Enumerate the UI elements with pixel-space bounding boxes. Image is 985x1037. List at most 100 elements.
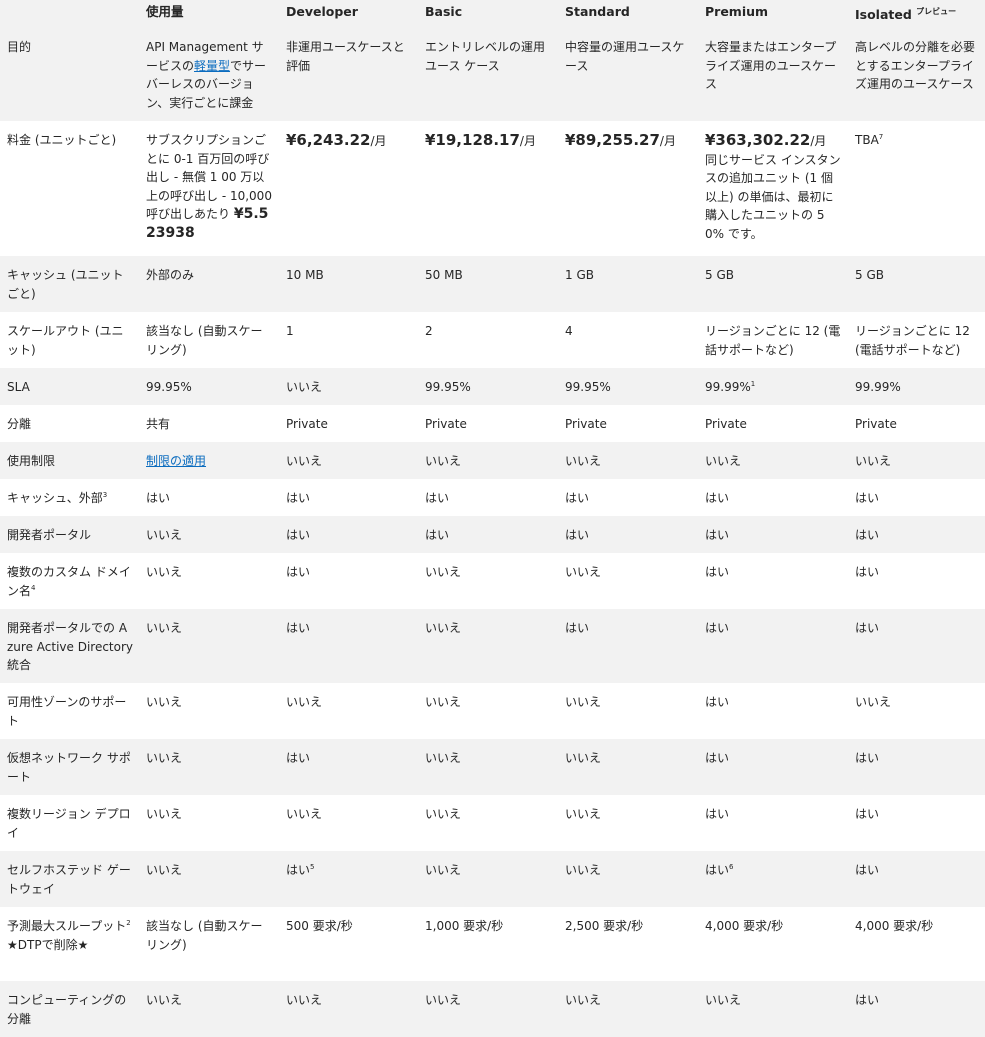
per-month: /月 <box>519 134 536 148</box>
developer-price: ¥6,243.22 <box>286 131 371 149</box>
cell-isolated: 5 GB <box>855 268 884 282</box>
footnote-ref: 6 <box>729 863 734 871</box>
row-label: SLA <box>7 380 30 394</box>
cell-standard: 1 GB <box>565 268 594 282</box>
table-row: 複数リージョン デプロイ いいえ いいえ いいえ いいえ はい はい <box>0 795 985 851</box>
cell-premium: はい <box>705 621 730 635</box>
row-label-text: キャッシュ、外部 <box>7 491 103 505</box>
footnote-ref: 2 <box>126 919 131 927</box>
header-consumption: 使用量 <box>146 4 184 19</box>
cell-developer: はい5 <box>279 851 418 907</box>
cell-basic: 2 <box>425 324 433 338</box>
cell-standard: はい <box>565 528 590 542</box>
row-label: セルフホステッド ゲートウェイ <box>7 863 131 896</box>
cell-isolated: 高レベルの分離を必要とするエンタープライズ運用のユースケース <box>855 40 976 91</box>
cell-standard: いいえ <box>565 751 602 765</box>
cell-basic: いいえ <box>425 807 462 821</box>
cell-premium: はい6 <box>698 851 848 907</box>
cell-premium: 大容量またはエンタープライズ運用のユースケース <box>705 40 837 91</box>
cell-consumption: いいえ <box>146 695 183 709</box>
cell-standard: 4 <box>565 324 573 338</box>
cell-standard: 99.95% <box>565 380 611 394</box>
cell-premium: いいえ <box>705 993 742 1007</box>
cell-consumption: いいえ <box>146 863 183 877</box>
cell-developer: はい <box>286 621 311 635</box>
cell-basic: Private <box>425 417 467 431</box>
row-label: キャッシュ、外部3 <box>0 479 139 516</box>
row-label-text: 複数のカスタム ドメイン名 <box>7 565 131 598</box>
cell-consumption: サブスクリプションごとに 0-1 百万回の呼び出し - 無償 1 00 万以上の… <box>139 121 279 256</box>
row-label: 複数のカスタム ドメイン名4 <box>0 553 139 609</box>
header-blank <box>0 0 139 28</box>
lightweight-link[interactable]: 軽量型 <box>194 59 230 73</box>
cell-standard: いいえ <box>565 565 602 579</box>
cell-consumption: いいえ <box>146 565 183 579</box>
footnote-ref: 1 <box>750 380 756 388</box>
table-row: 仮想ネットワーク サポート いいえ はい いいえ いいえ はい はい <box>0 739 985 795</box>
footnote-ref: 7 <box>878 133 884 141</box>
basic-price: ¥19,128.17 <box>425 131 520 149</box>
cell-developer: いいえ <box>286 993 323 1007</box>
table-row: 使用制限 制限の適用 いいえ いいえ いいえ いいえ いいえ <box>0 442 985 479</box>
table-row: キャッシュ、外部3 はい はい はい はい はい はい <box>0 479 985 516</box>
table-row: 料金 (ユニットごと) サブスクリプションごとに 0-1 百万回の呼び出し - … <box>0 121 985 256</box>
cell-consumption: 外部のみ <box>146 268 195 282</box>
premium-note: 同じサービス インスタンスの追加ユニット (1 個以上) の単価は、最初に購入し… <box>705 152 841 241</box>
cell-developer: 10 MB <box>286 268 324 282</box>
cell-developer: はい <box>286 565 311 579</box>
cell-basic: いいえ <box>425 454 462 468</box>
cell-developer: いいえ <box>286 380 323 394</box>
cell-premium: Private <box>705 417 747 431</box>
cell-isolated: はい <box>855 993 880 1007</box>
table-row: セルフホステッド ゲートウェイ いいえ はい5 いいえ いいえ はい6 はい <box>0 851 985 907</box>
row-label: 目的 <box>7 40 32 54</box>
cell-developer: 500 要求/秒 <box>286 919 353 933</box>
preview-badge: プレビュー <box>916 7 957 16</box>
row-label-text: 予測最大スループット <box>7 919 127 933</box>
cell-standard: いいえ <box>565 695 602 709</box>
row-label: 開発者ポータルでの Azure Active Directory 統合 <box>7 621 134 672</box>
table-row: 分離 共有 Private Private Private Private Pr… <box>0 405 985 442</box>
cell-standard: ¥89,255.27/月 <box>558 121 698 256</box>
cell-premium: はい <box>705 528 730 542</box>
cell-basic: いいえ <box>425 695 462 709</box>
cell-premium: はい <box>705 807 730 821</box>
row-label: 予測最大スループット2 ★DTPで削除★ <box>0 907 139 981</box>
cell-basic: いいえ <box>425 993 462 1007</box>
cell-isolated: いいえ <box>855 695 892 709</box>
table-row: 目的 API Management サービスの軽量型でサーバーレスのバージョン、… <box>0 28 985 121</box>
cell-standard: 2,500 要求/秒 <box>565 919 644 933</box>
row-label: 仮想ネットワーク サポート <box>7 751 131 784</box>
cell-developer: Private <box>286 417 328 431</box>
cell-isolated: はい <box>855 565 880 579</box>
cell-premium: ¥363,302.22/月 同じサービス インスタンスの追加ユニット (1 個以上… <box>698 121 848 256</box>
per-month: /月 <box>810 134 827 148</box>
pricing-table: 使用量 Developer Basic Standard Premium Iso… <box>0 0 985 1037</box>
row-label: 分離 <box>7 417 32 431</box>
row-label: 開発者ポータル <box>7 528 92 542</box>
cell-consumption: いいえ <box>146 807 183 821</box>
cell-isolated: はい <box>855 621 880 635</box>
cell-consumption: はい <box>146 491 171 505</box>
table-row: SLA 99.95% いいえ 99.95% 99.95% 99.99%1 99.… <box>0 368 985 405</box>
cell-consumption: 該当なし (自動スケーリング) <box>146 919 263 952</box>
cell-consumption: 99.95% <box>146 380 192 394</box>
header-premium: Premium <box>705 4 769 19</box>
footnote-ref: 4 <box>31 583 36 592</box>
cell-developer: いいえ <box>286 807 323 821</box>
row-label: キャッシュ (ユニットごと) <box>7 268 124 301</box>
cell-developer: いいえ <box>286 695 323 709</box>
cell-standard: Private <box>565 417 607 431</box>
cell-isolated: 4,000 要求/秒 <box>855 919 934 933</box>
dtp-note: ★DTPで削除★ <box>7 937 89 952</box>
limits-link[interactable]: 制限の適用 <box>146 454 206 468</box>
cell-developer: はい <box>286 491 311 505</box>
cell-premium: はい <box>705 565 730 579</box>
cell-basic: いいえ <box>425 751 462 765</box>
row-label: 可用性ゾーンのサポート <box>7 695 127 728</box>
cell-premium: 5 GB <box>705 268 734 282</box>
cell-premium: はい <box>705 491 730 505</box>
table-row: キャッシュ (ユニットごと) 外部のみ 10 MB 50 MB 1 GB 5 G… <box>0 256 985 312</box>
table-row: スケールアウト (ユニット) 該当なし (自動スケーリング) 1 2 4 リージ… <box>0 312 985 368</box>
cell-consumption: 該当なし (自動スケーリング) <box>146 324 263 357</box>
